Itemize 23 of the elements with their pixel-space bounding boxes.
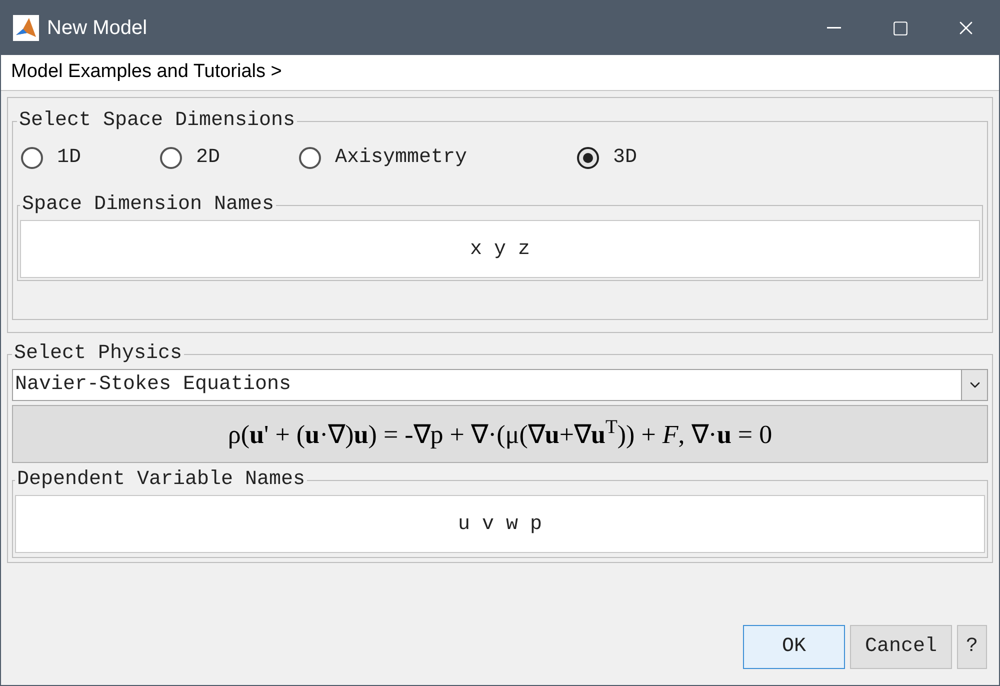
- radio-option[interactable]: 1D: [21, 143, 160, 173]
- input-field[interactable]: u v w p: [15, 495, 985, 553]
- physics-dropdown[interactable]: Navier-Stokes Equations: [12, 369, 988, 401]
- group-legend: Select Space Dimensions: [17, 106, 298, 136]
- radio-option[interactable]: Axisymmetry: [299, 143, 577, 173]
- app-logo-icon: [13, 15, 39, 41]
- dialog-button[interactable]: ?: [957, 625, 987, 669]
- minimize-icon: [827, 27, 841, 29]
- radio-option[interactable]: 3D: [577, 143, 716, 173]
- radio-option[interactable]: 2D: [160, 143, 299, 173]
- window-title: New Model: [47, 16, 148, 41]
- radio-button[interactable]: [160, 147, 182, 169]
- dialog-button[interactable]: Cancel: [850, 625, 952, 669]
- equation-button[interactable]: ρ(u' + (u·∇)u) = -∇p + ∇·(μ(∇u+∇u$^{T}$)) + F, ∇·u = 0: [12, 405, 988, 463]
- dialog-button[interactable]: OK: [743, 625, 845, 669]
- radio-button[interactable]: [577, 147, 599, 169]
- radio-button[interactable]: [21, 147, 43, 169]
- maximize-icon: [892, 20, 908, 36]
- group-legend: Space Dimension Names: [20, 190, 276, 220]
- group-legend: Dependent Variable Names: [15, 465, 308, 495]
- radio-button[interactable]: [299, 147, 321, 169]
- group-legend: Select Physics: [12, 339, 184, 369]
- input-field[interactable]: x y z: [20, 220, 980, 278]
